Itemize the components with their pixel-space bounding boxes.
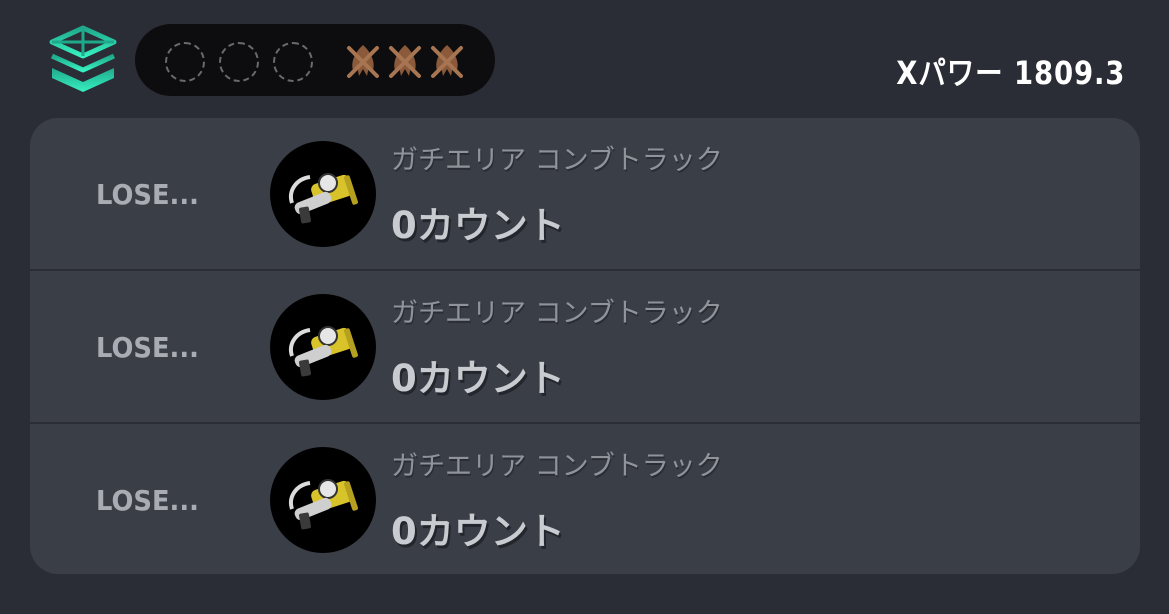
win-slot-empty <box>219 42 259 82</box>
blaster-weapon-icon <box>270 447 376 553</box>
win-slot-empty <box>165 42 205 82</box>
blaster-weapon-icon <box>270 141 376 247</box>
score-label: 0カウント <box>391 357 565 400</box>
battle-row[interactable]: LOSE... ガチエリア コンブトラック 0カウント <box>30 118 1140 269</box>
result-label: LOSE... <box>96 331 199 364</box>
stage-label: ガチエリア コンブトラック <box>391 451 723 482</box>
xpower-label: Xパワー 1809.3 <box>895 54 1125 92</box>
splat-zones-icon <box>49 25 117 92</box>
battle-list: LOSE... ガチエリア コンブトラック 0カウント LOSE... ガチエリ… <box>30 118 1140 574</box>
match-record-pill <box>135 24 495 96</box>
score-label: 0カウント <box>391 510 565 553</box>
squid-crossed-icon <box>347 45 379 78</box>
stage-label: ガチエリア コンブトラック <box>391 145 723 176</box>
squid-crossed-icon <box>431 45 463 78</box>
score-label: 0カウント <box>391 204 565 247</box>
blaster-weapon-icon <box>270 294 376 400</box>
squid-crossed-icon <box>389 45 421 78</box>
stage-label: ガチエリア コンブトラック <box>391 298 723 329</box>
result-label: LOSE... <box>96 484 199 517</box>
win-slot-empty <box>273 42 313 82</box>
header: Xパワー 1809.3 <box>0 0 1169 118</box>
battle-row[interactable]: LOSE... ガチエリア コンブトラック 0カウント <box>30 422 1140 574</box>
battle-row[interactable]: LOSE... ガチエリア コンブトラック 0カウント <box>30 269 1140 422</box>
result-label: LOSE... <box>96 178 199 211</box>
